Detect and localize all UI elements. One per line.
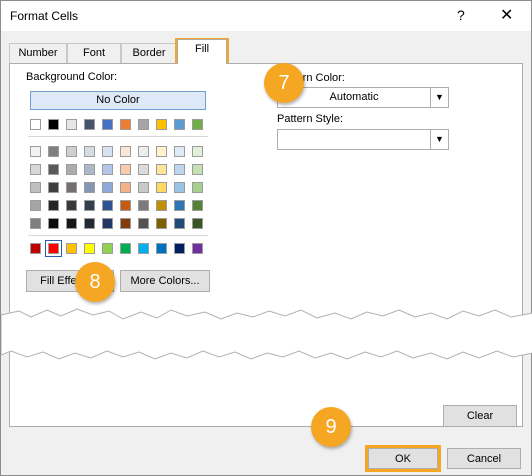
theme-tint-swatch[interactable] — [120, 218, 131, 229]
theme-color-swatch[interactable] — [192, 119, 203, 130]
theme-tint-swatch[interactable] — [66, 182, 77, 193]
theme-color-swatch[interactable] — [66, 119, 77, 130]
standard-color-swatch[interactable] — [66, 243, 77, 254]
theme-color-swatch[interactable] — [174, 119, 185, 130]
theme-tint-swatch[interactable] — [66, 218, 77, 229]
theme-tint-swatch[interactable] — [192, 146, 203, 157]
standard-color-swatch[interactable] — [192, 243, 203, 254]
theme-tint-swatch[interactable] — [156, 200, 167, 211]
tab-font[interactable]: Font — [67, 43, 121, 63]
chevron-down-icon[interactable]: ▼ — [430, 130, 448, 149]
cancel-button[interactable]: Cancel — [447, 448, 521, 469]
theme-tint-swatch[interactable] — [66, 200, 77, 211]
theme-tint-swatch[interactable] — [30, 182, 41, 193]
theme-tint-swatch[interactable] — [138, 164, 149, 175]
theme-tint-swatch[interactable] — [174, 146, 185, 157]
theme-tint-swatch[interactable] — [156, 218, 167, 229]
no-color-button[interactable]: No Color — [30, 91, 206, 110]
theme-color-swatch[interactable] — [102, 119, 113, 130]
theme-tint-swatch[interactable] — [66, 146, 77, 157]
standard-color-swatch[interactable] — [30, 243, 41, 254]
palette-divider — [28, 235, 208, 236]
theme-tint-swatch[interactable] — [48, 146, 59, 157]
help-icon[interactable]: ? — [457, 7, 465, 23]
theme-tint-swatch[interactable] — [156, 182, 167, 193]
theme-color-swatch[interactable] — [138, 119, 149, 130]
standard-color-swatch[interactable] — [45, 240, 62, 257]
theme-tint-swatch[interactable] — [102, 146, 113, 157]
theme-tint-swatch[interactable] — [102, 200, 113, 211]
theme-tint-swatch[interactable] — [48, 182, 59, 193]
theme-tint-swatch[interactable] — [102, 164, 113, 175]
callout-9: 9 — [311, 407, 351, 447]
more-colors-button[interactable]: More Colors... — [120, 270, 210, 292]
format-cells-dialog: Format Cells ? ✕ Number Font Border Fill… — [0, 0, 532, 476]
standard-color-swatch[interactable] — [102, 243, 113, 254]
theme-tint-swatch[interactable] — [138, 182, 149, 193]
theme-tint-swatch[interactable] — [84, 146, 95, 157]
callout-8: 8 — [75, 262, 115, 302]
tab-fill[interactable]: Fill — [177, 39, 227, 64]
theme-tint-swatch[interactable] — [120, 146, 131, 157]
tab-border[interactable]: Border — [121, 43, 177, 63]
theme-tint-swatch[interactable] — [192, 182, 203, 193]
theme-color-swatch[interactable] — [48, 119, 59, 130]
ok-highlight — [365, 445, 441, 472]
theme-tint-swatch[interactable] — [120, 200, 131, 211]
theme-tint-swatch[interactable] — [30, 218, 41, 229]
theme-color-swatch[interactable] — [30, 119, 41, 130]
standard-color-swatch[interactable] — [120, 243, 131, 254]
theme-tint-swatch[interactable] — [192, 218, 203, 229]
theme-tint-swatch[interactable] — [138, 146, 149, 157]
theme-tint-swatch[interactable] — [120, 164, 131, 175]
clear-button[interactable]: Clear — [443, 405, 517, 427]
theme-tint-swatch[interactable] — [174, 182, 185, 193]
standard-color-swatch[interactable] — [84, 243, 95, 254]
theme-tint-swatch[interactable] — [84, 164, 95, 175]
theme-tint-swatch[interactable] — [30, 200, 41, 211]
theme-tint-swatch[interactable] — [156, 146, 167, 157]
background-color-label: Background Color: — [26, 71, 118, 83]
tab-number[interactable]: Number — [9, 43, 67, 63]
torn-edge — [1, 308, 532, 360]
standard-color-swatch[interactable] — [138, 243, 149, 254]
pattern-style-label: Pattern Style: — [277, 113, 344, 125]
close-icon[interactable]: ✕ — [500, 5, 513, 25]
theme-tint-swatch[interactable] — [156, 164, 167, 175]
theme-tint-swatch[interactable] — [66, 164, 77, 175]
theme-color-swatch[interactable] — [84, 119, 95, 130]
theme-tint-swatch[interactable] — [138, 200, 149, 211]
theme-tint-swatch[interactable] — [102, 218, 113, 229]
standard-color-swatch[interactable] — [174, 243, 185, 254]
theme-tint-swatch[interactable] — [192, 164, 203, 175]
dialog-title: Format Cells — [10, 9, 79, 23]
theme-tint-swatch[interactable] — [48, 200, 59, 211]
theme-tint-swatch[interactable] — [30, 146, 41, 157]
theme-tint-swatch[interactable] — [138, 218, 149, 229]
theme-tint-swatch[interactable] — [30, 164, 41, 175]
standard-color-swatch[interactable] — [156, 243, 167, 254]
title-bar: Format Cells ? ✕ — [1, 1, 531, 31]
palette-divider — [28, 136, 208, 137]
theme-tint-swatch[interactable] — [102, 182, 113, 193]
theme-tint-swatch[interactable] — [48, 218, 59, 229]
theme-tint-swatch[interactable] — [48, 164, 59, 175]
theme-tint-swatch[interactable] — [174, 164, 185, 175]
theme-color-swatch[interactable] — [120, 119, 131, 130]
theme-tint-swatch[interactable] — [120, 182, 131, 193]
theme-tint-swatch[interactable] — [192, 200, 203, 211]
theme-tint-swatch[interactable] — [84, 200, 95, 211]
theme-tint-swatch[interactable] — [84, 182, 95, 193]
theme-tint-swatch[interactable] — [174, 218, 185, 229]
theme-color-swatch[interactable] — [156, 119, 167, 130]
pattern-style-select[interactable]: ▼ — [277, 129, 449, 150]
theme-tint-swatch[interactable] — [84, 218, 95, 229]
chevron-down-icon[interactable]: ▼ — [430, 88, 448, 107]
callout-7: 7 — [264, 63, 304, 103]
pattern-color-select[interactable]: Automatic ▼ — [277, 87, 449, 108]
theme-tint-swatch[interactable] — [174, 200, 185, 211]
